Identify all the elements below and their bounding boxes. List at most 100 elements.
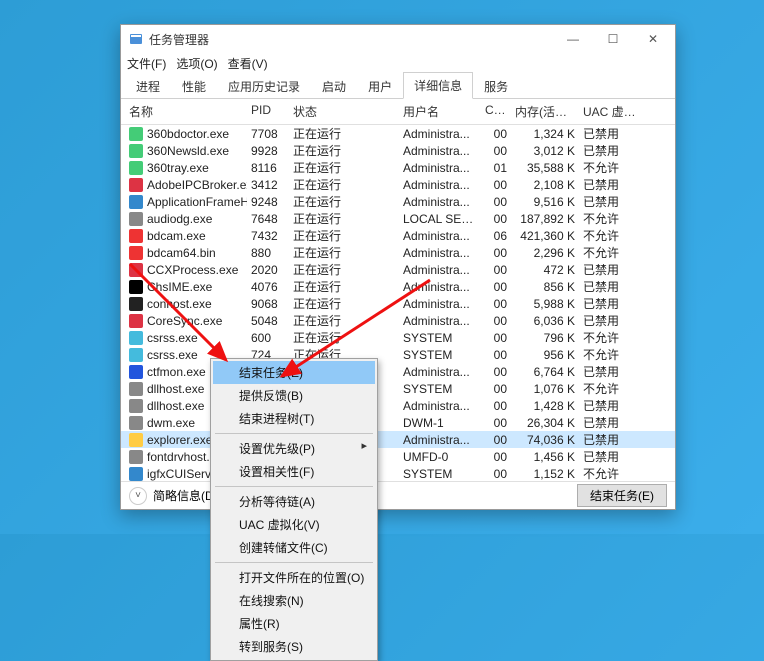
cell-uac: 不允许 bbox=[579, 329, 641, 346]
cell-uac: 已禁用 bbox=[579, 448, 641, 465]
table-row[interactable]: dllhost.exe9872正在运行Administra...001,428 … bbox=[121, 397, 675, 414]
col-name[interactable]: 名称 bbox=[125, 103, 247, 120]
table-row[interactable]: ApplicationFrameH...9248正在运行Administra..… bbox=[121, 193, 675, 210]
cell-cpu: 00 bbox=[481, 314, 511, 328]
cell-uac: 不允许 bbox=[579, 210, 641, 227]
table-row[interactable]: CoreSync.exe5048正在运行Administra...006,036… bbox=[121, 312, 675, 329]
end-task-button[interactable]: 结束任务(E) bbox=[577, 484, 667, 507]
tab-4[interactable]: 用户 bbox=[357, 73, 403, 99]
table-row[interactable]: 360tray.exe8116正在运行Administra...0135,588… bbox=[121, 159, 675, 176]
cell-cpu: 00 bbox=[481, 195, 511, 209]
menu-item[interactable]: 设置优先级(P) bbox=[213, 437, 375, 460]
cell-mem: 1,152 K bbox=[511, 467, 579, 481]
cell-user: Administra... bbox=[399, 399, 481, 413]
cell-cpu: 00 bbox=[481, 246, 511, 260]
cell-pid: 7708 bbox=[247, 127, 289, 141]
cell-user: LOCAL SER... bbox=[399, 212, 481, 226]
cell-mem: 5,988 K bbox=[511, 297, 579, 311]
process-name: ChsIME.exe bbox=[147, 280, 212, 294]
tab-1[interactable]: 性能 bbox=[171, 73, 217, 99]
table-row[interactable]: csrss.exe724正在运行SYSTEM00956 K不允许 bbox=[121, 346, 675, 363]
menu-item[interactable]: 结束任务(E) bbox=[213, 361, 375, 384]
col-pid[interactable]: PID bbox=[247, 103, 289, 120]
cell-status: 正在运行 bbox=[289, 193, 399, 210]
cell-user: Administra... bbox=[399, 297, 481, 311]
col-user[interactable]: 用户名 bbox=[399, 103, 481, 120]
menu-options[interactable]: 选项(O) bbox=[176, 55, 217, 72]
col-cpu[interactable]: CPU bbox=[481, 103, 511, 120]
col-status[interactable]: 状态 bbox=[289, 103, 399, 120]
cell-cpu: 00 bbox=[481, 263, 511, 277]
cell-mem: 1,324 K bbox=[511, 127, 579, 141]
cell-mem: 472 K bbox=[511, 263, 579, 277]
cell-cpu: 00 bbox=[481, 467, 511, 481]
cell-mem: 6,764 K bbox=[511, 365, 579, 379]
tab-2[interactable]: 应用历史记录 bbox=[217, 73, 311, 99]
table-row[interactable]: igfxCUIServiceSYSTEM001,152 K不允许 bbox=[121, 465, 675, 481]
close-button[interactable]: ✕ bbox=[633, 27, 673, 51]
tab-0[interactable]: 进程 bbox=[125, 73, 171, 99]
table-row[interactable]: ChsIME.exe4076正在运行Administra...00856 K已禁… bbox=[121, 278, 675, 295]
table-row[interactable]: audiodg.exe7648正在运行LOCAL SER...00187,892… bbox=[121, 210, 675, 227]
table-row[interactable]: explorer.exe4256正在运行Administra...0074,03… bbox=[121, 431, 675, 448]
menu-item[interactable]: 创建转储文件(C) bbox=[213, 536, 375, 559]
cell-user: DWM-1 bbox=[399, 416, 481, 430]
cell-status: 正在运行 bbox=[289, 244, 399, 261]
titlebar[interactable]: 任务管理器 — ☐ ✕ bbox=[121, 25, 675, 53]
table-row[interactable]: dllhost.exe7736正在运行SYSTEM001,076 K不允许 bbox=[121, 380, 675, 397]
maximize-button[interactable]: ☐ bbox=[593, 27, 633, 51]
menu-item[interactable]: 分析等待链(A) bbox=[213, 490, 375, 513]
cell-pid: 9928 bbox=[247, 144, 289, 158]
brief-info-toggle[interactable]: 简略信息(D) bbox=[153, 487, 218, 504]
cell-user: UMFD-0 bbox=[399, 450, 481, 464]
table-row[interactable]: ctfmon.exe3648正在运行Administra...006,764 K… bbox=[121, 363, 675, 380]
menu-item[interactable]: 属性(R) bbox=[213, 612, 375, 635]
minimize-button[interactable]: — bbox=[553, 27, 593, 51]
process-name: 360Newsld.exe bbox=[147, 144, 229, 158]
cell-uac: 已禁用 bbox=[579, 414, 641, 431]
process-icon bbox=[129, 212, 143, 226]
tab-3[interactable]: 启动 bbox=[311, 73, 357, 99]
menu-item[interactable]: 结束进程树(T) bbox=[213, 407, 375, 430]
cell-user: Administra... bbox=[399, 178, 481, 192]
menu-item[interactable]: 在线搜索(N) bbox=[213, 589, 375, 612]
table-row[interactable]: 360bdoctor.exe7708正在运行Administra...001,3… bbox=[121, 125, 675, 142]
cell-pid: 5048 bbox=[247, 314, 289, 328]
col-mem[interactable]: 内存(活动的... bbox=[511, 103, 579, 120]
chevron-down-icon[interactable]: ˅ bbox=[129, 487, 147, 505]
cell-uac: 已禁用 bbox=[579, 125, 641, 142]
menu-item[interactable]: 转到服务(S) bbox=[213, 635, 375, 658]
table-row[interactable]: bdcam64.bin880正在运行Administra...002,296 K… bbox=[121, 244, 675, 261]
cell-uac: 不允许 bbox=[579, 465, 641, 481]
tab-5[interactable]: 详细信息 bbox=[403, 72, 473, 99]
cell-uac: 已禁用 bbox=[579, 278, 641, 295]
table-row[interactable]: bdcam.exe7432正在运行Administra...06421,360 … bbox=[121, 227, 675, 244]
col-uac[interactable]: UAC 虚拟化 bbox=[579, 103, 641, 120]
cell-mem: 421,360 K bbox=[511, 229, 579, 243]
cell-user: Administra... bbox=[399, 229, 481, 243]
table-row[interactable]: 360Newsld.exe9928正在运行Administra...003,01… bbox=[121, 142, 675, 159]
menu-item[interactable]: 打开文件所在的位置(O) bbox=[213, 566, 375, 589]
process-name: explorer.exe bbox=[147, 433, 212, 447]
cell-pid: 7432 bbox=[247, 229, 289, 243]
cell-pid: 880 bbox=[247, 246, 289, 260]
menu-item[interactable]: UAC 虚拟化(V) bbox=[213, 513, 375, 536]
menu-view[interactable]: 查看(V) bbox=[228, 55, 268, 72]
process-name: ApplicationFrameH... bbox=[147, 195, 247, 209]
cell-cpu: 00 bbox=[481, 399, 511, 413]
menu-item[interactable]: 提供反馈(B) bbox=[213, 384, 375, 407]
cell-status: 正在运行 bbox=[289, 329, 399, 346]
table-row[interactable]: AdobeIPCBroker.exe3412正在运行Administra...0… bbox=[121, 176, 675, 193]
menu-separator bbox=[215, 433, 373, 434]
table-row[interactable]: fontdrvhost.exUMFD-0001,456 K已禁用 bbox=[121, 448, 675, 465]
table-row[interactable]: csrss.exe600正在运行SYSTEM00796 K不允许 bbox=[121, 329, 675, 346]
cell-user: Administra... bbox=[399, 246, 481, 260]
table-row[interactable]: conhost.exe9068正在运行Administra...005,988 … bbox=[121, 295, 675, 312]
process-name: dllhost.exe bbox=[147, 399, 204, 413]
table-row[interactable]: dwm.exe1076正在运行DWM-10026,304 K已禁用 bbox=[121, 414, 675, 431]
tab-6[interactable]: 服务 bbox=[473, 73, 519, 99]
table-row[interactable]: CCXProcess.exe2020正在运行Administra...00472… bbox=[121, 261, 675, 278]
menu-item[interactable]: 设置相关性(F) bbox=[213, 460, 375, 483]
cell-cpu: 00 bbox=[481, 127, 511, 141]
menu-file[interactable]: 文件(F) bbox=[127, 55, 166, 72]
